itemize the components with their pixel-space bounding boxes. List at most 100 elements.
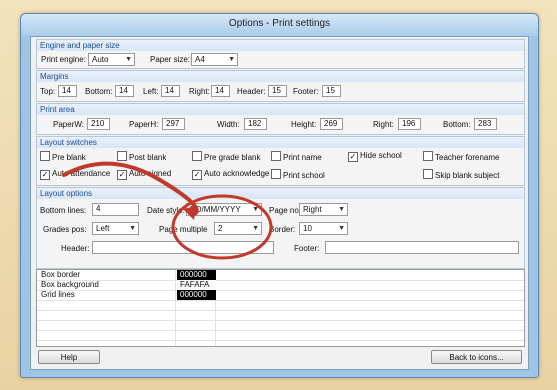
paper-size-label: Paper size: xyxy=(150,55,191,64)
margin-right-label: Right: xyxy=(189,87,210,96)
check-icon: ✓ xyxy=(40,170,50,180)
footer-field-label: Footer: xyxy=(294,244,320,253)
date-style-value: DD/MM/YYYY xyxy=(190,205,241,214)
checkbox-skip-blank-subject[interactable]: Skip blank subject xyxy=(423,169,499,180)
print-engine-value: Auto xyxy=(92,55,109,64)
layout-switches-section: Layout switches Pre blank Post blank Pre… xyxy=(36,136,525,186)
grid-row-name: Grid lines xyxy=(41,290,75,299)
window-client-area: Engine and paper size Print engine: Auto… xyxy=(30,36,529,370)
check-icon: ✓ xyxy=(192,170,202,180)
title-bar[interactable]: Options - Print settings xyxy=(21,14,538,36)
grades-pos-select[interactable]: Left ▼ xyxy=(92,222,139,235)
colour-value-cell[interactable]: FAFAFA xyxy=(177,280,216,290)
options-window: Options - Print settings Engine and pape… xyxy=(20,13,539,378)
print-area-section-header: Print area xyxy=(37,104,524,115)
date-style-label: Date style: xyxy=(147,206,185,215)
area-bottom-label: Bottom: xyxy=(443,120,471,129)
grid-row-name: Box background xyxy=(41,280,99,289)
checkbox-label: Auto signed xyxy=(129,169,172,178)
margins-section-header: Margins xyxy=(37,71,524,82)
chevron-down-icon: ▼ xyxy=(252,225,259,232)
area-bottom-value: 283 xyxy=(474,118,497,130)
checkbox-label: Auto attendance xyxy=(52,169,111,178)
height-label: Height: xyxy=(291,120,317,129)
page-multiple-value: 2 xyxy=(218,224,223,233)
check-icon: ✓ xyxy=(117,170,127,180)
margin-header-input[interactable]: 15 xyxy=(268,85,287,97)
checkbox-hide-school[interactable]: ✓ Hide school xyxy=(348,151,402,162)
chevron-down-icon: ▼ xyxy=(125,56,132,63)
checkbox-label: Pre blank xyxy=(52,153,86,162)
checkbox-box xyxy=(40,151,50,161)
header-field-input[interactable] xyxy=(92,241,274,254)
footer-field-input[interactable] xyxy=(325,241,519,254)
page-multiple-select[interactable]: 2 ▼ xyxy=(214,222,262,235)
border-select[interactable]: 10 ▼ xyxy=(299,222,348,235)
margin-top-label: Top: xyxy=(40,87,56,96)
checkbox-auto-signed[interactable]: ✓ Auto signed xyxy=(117,169,171,180)
colour-settings-grid: Box border 000000 Box background FAFAFA … xyxy=(36,269,525,347)
checkbox-box xyxy=(423,169,433,179)
checkbox-label: Print name xyxy=(283,153,322,162)
checkbox-auto-acknowledge[interactable]: ✓ Auto acknowledge xyxy=(192,169,269,180)
page-no-select[interactable]: Right ▼ xyxy=(299,203,348,216)
margin-bottom-input[interactable]: 14 xyxy=(115,85,134,97)
border-value: 10 xyxy=(303,224,312,233)
margin-top-input[interactable]: 14 xyxy=(58,85,77,97)
border-label: Border: xyxy=(269,225,296,234)
checkbox-label: Print school xyxy=(283,171,325,180)
checkbox-pre-blank[interactable]: Pre blank xyxy=(40,151,86,162)
page-no-label: Page no: xyxy=(269,206,302,215)
margin-bottom-label: Bottom: xyxy=(85,87,113,96)
checkbox-print-name[interactable]: Print name xyxy=(271,151,322,162)
grades-pos-value: Left xyxy=(96,224,110,233)
paperh-label: PaperH: xyxy=(129,120,159,129)
checkbox-label: Pre grade blank xyxy=(204,153,261,162)
page-multiple-label: Page multiple xyxy=(159,225,208,234)
chevron-down-icon: ▼ xyxy=(129,225,136,232)
bottom-lines-input[interactable]: 4 xyxy=(92,203,139,216)
layout-switches-section-header: Layout switches xyxy=(37,137,524,148)
grid-row-empty xyxy=(37,330,524,341)
margin-right-input[interactable]: 14 xyxy=(211,85,230,97)
chevron-down-icon: ▼ xyxy=(338,206,345,213)
engine-section-header: Engine and paper size xyxy=(37,40,524,51)
checkbox-box xyxy=(423,151,433,161)
print-engine-select[interactable]: Auto ▼ xyxy=(88,53,135,66)
paperw-label: PaperW: xyxy=(53,120,84,129)
colour-value-cell[interactable]: 000000 xyxy=(177,290,216,300)
area-right-value: 196 xyxy=(398,118,421,130)
width-value: 182 xyxy=(244,118,267,130)
width-label: Width: xyxy=(217,120,240,129)
margin-header-label: Header: xyxy=(237,87,266,96)
checkbox-pre-grade-blank[interactable]: Pre grade blank xyxy=(192,151,260,162)
checkbox-print-school[interactable]: Print school xyxy=(271,169,325,180)
back-to-icons-button[interactable]: Back to icons... xyxy=(431,350,522,364)
margin-footer-input[interactable]: 15 xyxy=(322,85,341,97)
chevron-down-icon: ▼ xyxy=(252,206,259,213)
window-title: Options - Print settings xyxy=(228,18,331,29)
layout-options-section-header: Layout options xyxy=(37,188,524,199)
chevron-down-icon: ▼ xyxy=(338,225,345,232)
header-field-label: Header: xyxy=(61,244,90,253)
engine-section: Engine and paper size Print engine: Auto… xyxy=(36,39,525,69)
margin-footer-label: Footer: xyxy=(293,87,319,96)
date-style-select[interactable]: DD/MM/YYYY ▼ xyxy=(186,203,262,216)
help-button[interactable]: Help xyxy=(38,350,100,364)
checkbox-auto-attendance[interactable]: ✓ Auto attendance xyxy=(40,169,110,180)
paperh-value: 297 xyxy=(162,118,185,130)
margins-section: Margins Top: 14 Bottom: 14 Left: 14 Righ… xyxy=(36,70,525,102)
page-no-value: Right xyxy=(303,205,322,214)
checkbox-label: Skip blank subject xyxy=(435,171,500,180)
margin-left-input[interactable]: 14 xyxy=(161,85,180,97)
checkbox-box xyxy=(271,151,281,161)
height-value: 269 xyxy=(320,118,343,130)
paper-size-select[interactable]: A4 ▼ xyxy=(191,53,238,66)
checkbox-teacher-forename[interactable]: Teacher forename xyxy=(423,151,499,162)
grid-row-name: Box border xyxy=(41,270,81,279)
checkbox-box xyxy=(271,169,281,179)
checkbox-post-blank[interactable]: Post blank xyxy=(117,151,166,162)
layout-options-section: Layout options Bottom lines: 4 Date styl… xyxy=(36,187,525,269)
chevron-down-icon: ▼ xyxy=(228,56,235,63)
colour-value-cell[interactable]: 000000 xyxy=(177,270,216,280)
